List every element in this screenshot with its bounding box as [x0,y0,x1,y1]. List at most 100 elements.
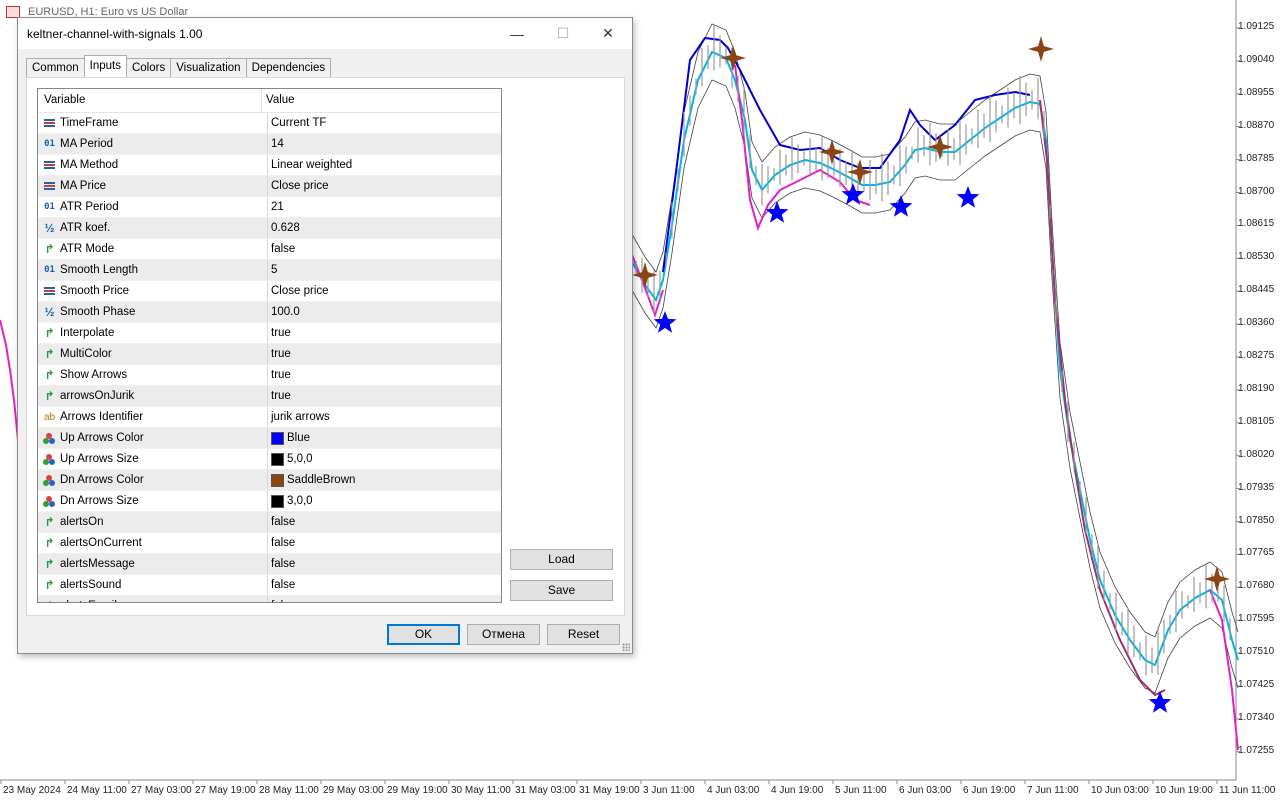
param-value-cell[interactable]: false [268,575,295,595]
time-tick-label: 23 May 2024 [3,785,61,796]
param-row[interactable]: ↱ Show Arrows true [38,365,501,386]
param-value-cell[interactable]: Close price [268,176,329,196]
param-value-cell[interactable]: 100.0 [268,302,300,322]
param-row[interactable]: MA Price Close price [38,176,501,197]
param-row[interactable]: ab Arrows Identifier jurik arrows [38,407,501,428]
ok-button[interactable]: OK [387,624,460,645]
price-tick-label: 1.08105 [1238,415,1275,427]
param-value-cell[interactable]: Close price [268,281,329,301]
tab-dependencies[interactable]: Dependencies [245,58,332,77]
param-value: false [271,516,296,528]
minimize-button[interactable]: — [494,18,540,49]
tab-visualization[interactable]: Visualization [170,58,247,77]
param-value-cell[interactable]: 5 [268,260,277,280]
param-row[interactable]: ↱ alertsEmail false [38,596,501,602]
param-value: 14 [271,138,284,150]
param-row[interactable]: ↱ alertsOnCurrent false [38,533,501,554]
param-row[interactable]: TimeFrame Current TF [38,113,501,134]
header-value[interactable]: Value [262,89,295,112]
price-tick-label: 1.08020 [1238,448,1275,460]
param-row[interactable]: 01 ATR Period 21 [38,197,501,218]
param-value-cell[interactable]: 0.628 [268,218,300,238]
time-tick-label: 11 Jun 11:00 [1219,785,1276,796]
param-value-cell[interactable]: 21 [268,197,284,217]
param-value-cell[interactable]: false [268,239,295,259]
param-row[interactable]: ↱ MultiColor true [38,344,501,365]
param-value-cell[interactable]: SaddleBrown [268,470,355,490]
param-row[interactable]: 01 Smooth Length 5 [38,260,501,281]
param-value-cell[interactable]: true [268,344,291,364]
param-row[interactable]: ↱ alertsMessage false [38,554,501,575]
param-row[interactable]: ↱ arrowsOnJurik true [38,386,501,407]
param-row[interactable]: 01 MA Period 14 [38,134,501,155]
param-row[interactable]: MA Method Linear weighted [38,155,501,176]
bool-type-icon: ↱ [44,536,55,550]
param-value-cell[interactable]: Current TF [268,113,326,133]
param-name: Smooth Phase [60,306,136,318]
tab-colors[interactable]: Colors [125,58,172,77]
price-tick-label: 1.08785 [1238,152,1275,164]
color-swatch [271,431,284,445]
param-row[interactable]: Dn Arrows Color SaddleBrown [38,470,501,491]
param-value: true [271,369,291,381]
param-name: arrowsOnJurik [60,390,135,402]
param-row[interactable]: Dn Arrows Size 3,0,0 [38,491,501,512]
maximize-button[interactable]: ☐ [540,18,586,49]
close-button[interactable]: ✕ [585,18,631,49]
param-name-cell: Dn Arrows Color [38,470,268,490]
param-row[interactable]: Up Arrows Color Blue [38,428,501,449]
bool-type-icon: ↱ [44,326,55,340]
param-row[interactable]: ½ ATR koef. 0.628 [38,218,501,239]
param-value-cell[interactable]: false [268,596,295,602]
dialog-titlebar[interactable]: keltner-channel-with-signals 1.00 — ☐ ✕ [18,18,632,49]
param-value-cell[interactable]: Linear weighted [268,155,352,175]
time-tick-label: 27 May 03:00 [131,785,192,796]
param-value: true [271,327,291,339]
header-variable[interactable]: Variable [38,89,262,112]
inputs-grid[interactable]: Variable Value TimeFrame Current TF 01 MA P… [37,88,502,603]
param-value: 0.628 [271,222,300,234]
param-value: SaddleBrown [287,474,356,486]
param-row[interactable]: ↱ ATR Mode false [38,239,501,260]
price-tick-label: 1.08700 [1238,185,1275,197]
bool-type-icon: ↱ [44,578,55,592]
tab-inputs[interactable]: Inputs [83,55,127,77]
param-row[interactable]: ↱ Interpolate true [38,323,501,344]
param-row[interactable]: Smooth Price Close price [38,281,501,302]
param-value-cell[interactable]: true [268,365,291,385]
param-value-cell[interactable]: false [268,533,295,553]
param-value-cell[interactable]: true [268,386,291,406]
resize-grip-icon[interactable] [622,643,630,651]
param-value-cell[interactable]: false [268,512,295,532]
param-value-cell[interactable]: 14 [268,134,284,154]
param-value-cell[interactable]: false [268,554,295,574]
param-value-cell[interactable]: 5,0,0 [268,449,313,469]
integer-type-icon: 01 [44,265,55,275]
param-row[interactable]: ↱ alertsOn false [38,512,501,533]
load-button[interactable]: Load [510,549,613,570]
price-tick-label: 1.08955 [1238,86,1275,98]
param-value-cell[interactable]: jurik arrows [268,407,330,427]
reset-button[interactable]: Reset [547,624,620,645]
param-name-cell: Up Arrows Color [38,428,268,448]
cancel-button[interactable]: Отмена [467,624,540,645]
param-value: 3,0,0 [287,495,313,507]
param-value-cell[interactable]: Blue [268,428,310,448]
bool-type-icon: ↱ [44,515,55,529]
param-row[interactable]: ½ Smooth Phase 100.0 [38,302,501,323]
bool-type-icon: ↱ [44,242,55,256]
color-swatch [271,452,284,466]
up-arrow-star-icon [889,195,913,217]
enum-type-icon [43,159,56,172]
price-tick-label: 1.07425 [1238,679,1275,690]
param-value-cell[interactable]: 3,0,0 [268,491,313,511]
param-row[interactable]: Up Arrows Size 5,0,0 [38,449,501,470]
param-row[interactable]: ↱ alertsSound false [38,575,501,596]
bool-type-icon: ↱ [44,368,55,382]
param-value-cell[interactable]: true [268,323,291,343]
save-button[interactable]: Save [510,580,613,601]
tab-common[interactable]: Common [26,58,85,77]
param-name-cell: ↱ ATR Mode [38,239,268,259]
indicator-properties-dialog[interactable]: keltner-channel-with-signals 1.00 — ☐ ✕ … [17,17,633,654]
param-name: TimeFrame [60,117,119,129]
